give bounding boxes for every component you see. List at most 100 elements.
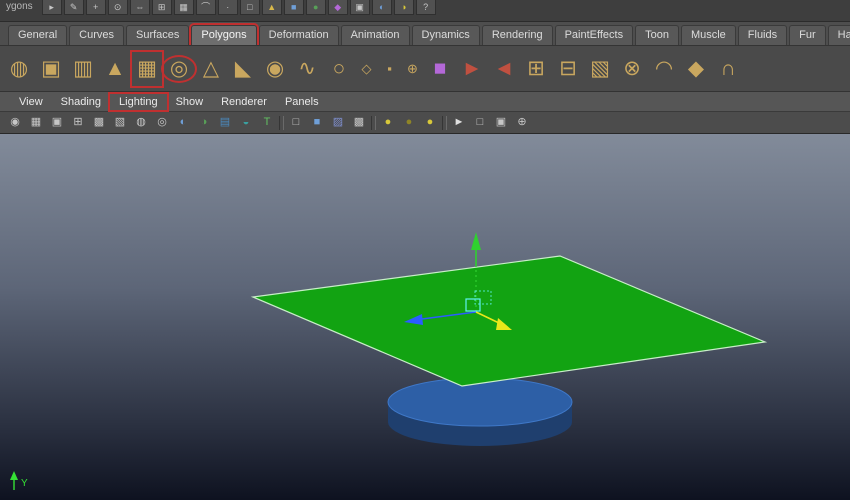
panel-menu-lighting[interactable]: Lighting — [110, 94, 167, 110]
select-camera-icon[interactable]: ◉ — [6, 115, 24, 131]
select-faces-icon[interactable]: ► — [457, 52, 487, 86]
panel-menu-view[interactable]: View — [10, 94, 52, 110]
poly-torus-icon[interactable]: ◎ — [161, 52, 197, 86]
wireframe-mode-icon[interactable]: □ — [287, 115, 305, 131]
shelf-tab-rendering[interactable]: Rendering — [481, 25, 553, 45]
construction-history-icon[interactable]: ▲ — [261, 0, 282, 15]
perspective-viewport[interactable]: Y — [0, 134, 850, 500]
snap-plane-icon[interactable]: □ — [239, 0, 260, 15]
booleans-icon[interactable]: ⊗ — [617, 52, 647, 86]
panel-menu-shading[interactable]: Shading — [52, 94, 110, 110]
panel-menu-panels[interactable]: Panels — [276, 94, 328, 110]
mirror-geometry-icon[interactable]: ⊕ — [402, 55, 423, 83]
shelf-tab-curves[interactable]: Curves — [69, 25, 124, 45]
polygons-shelf: ◍ ▣ ▥ ▲ ▦ ◎ △ ◣ ◉ ∿ ○ ◇ ▪ ⊕ ■ ► ◄ ⊞ ⊟ ▧ ⊗ ◠ ◆ ∩ — [0, 46, 850, 92]
panel-menu-renderer[interactable]: Renderer — [212, 94, 276, 110]
shelf-tab-dynamics[interactable]: Dynamics — [411, 25, 480, 45]
shelf-tab-deformation[interactable]: Deformation — [258, 25, 339, 45]
bridge-icon[interactable]: ∩ — [713, 52, 743, 86]
select-cursor-icon[interactable]: ► — [450, 115, 468, 131]
shelf-tab-bar: General Curves Surfaces Polygons Deformation… — [0, 22, 850, 46]
status-toolbar-icons: ▸ ✎ + ⊙ ⇔ ⊞ ▦ ⌒ ∙ □ ▲ ■ ● ◆ ▣ ◐ ◑? — [41, 0, 436, 15]
move-tool-icon[interactable]: ⊙ — [107, 0, 128, 15]
shelf-tab-surfaces[interactable]: Surfaces — [125, 25, 190, 45]
combine-icon[interactable]: ⊞ — [521, 52, 551, 86]
shelf-tab-toon[interactable]: Toon — [635, 25, 679, 45]
hypershade-icon[interactable]: ◑ — [393, 0, 414, 15]
panel-menu-show[interactable]: Show — [167, 94, 213, 110]
film-gate-icon[interactable]: ▣ — [48, 115, 66, 131]
select-tool-icon[interactable]: ▸ — [41, 0, 62, 15]
lighting-all-icon[interactable]: ● — [379, 115, 397, 131]
y-axis-arrowhead[interactable] — [471, 232, 481, 250]
smooth-icon[interactable]: ◠ — [649, 52, 679, 86]
scale-tool-icon[interactable]: ⊞ — [151, 0, 172, 15]
isolate-add-icon[interactable]: ▣ — [492, 115, 510, 131]
shelf-tab-painteffects[interactable]: PaintEffects — [554, 25, 634, 45]
hud-icon[interactable]: T — [258, 115, 276, 131]
lasso-tool-icon[interactable]: ✎ — [63, 0, 84, 15]
paint-select-icon[interactable]: + — [85, 0, 106, 15]
poly-plane-object[interactable] — [250, 255, 768, 387]
shelf-tab-general[interactable]: General — [8, 25, 68, 45]
texture-cube-icon[interactable]: ■ — [425, 52, 455, 86]
cylinder-top[interactable] — [387, 377, 573, 427]
shelf-tab-hair[interactable]: Hair — [827, 25, 850, 45]
textured-mode-icon[interactable]: ▨ — [329, 115, 347, 131]
poly-cylinder-icon[interactable]: ▥ — [68, 52, 98, 86]
poly-pipe-icon[interactable]: ◉ — [260, 52, 290, 86]
snap-grid-icon[interactable]: ▦ — [173, 0, 194, 15]
poly-cube-icon[interactable]: ▣ — [36, 52, 66, 86]
resolution-gate-icon[interactable]: ⊞ — [69, 115, 87, 131]
render-current-icon[interactable]: ● — [305, 0, 326, 15]
poly-prism-icon[interactable]: △ — [196, 52, 226, 86]
safe-action-icon[interactable]: ◍ — [132, 115, 150, 131]
gate-mask-icon[interactable]: ▩ — [90, 115, 108, 131]
field-chart-icon[interactable]: ▧ — [111, 115, 129, 131]
grid-toggle-icon[interactable]: ▦ — [27, 115, 45, 131]
checker-mode-icon[interactable]: ▩ — [350, 115, 368, 131]
shelf-tab-animation[interactable]: Animation — [340, 25, 410, 45]
share-view-icon[interactable]: ⊕ — [513, 115, 531, 131]
append-polygon-icon[interactable]: ◄ — [489, 52, 519, 86]
shaded-mode-icon[interactable]: ■ — [308, 115, 326, 131]
render-settings-icon[interactable]: ▣ — [349, 0, 370, 15]
poly-platonic-icon[interactable]: ◇ — [356, 55, 377, 83]
shelf-tab-fluids[interactable]: Fluids — [737, 25, 788, 45]
bookmarks-icon[interactable]: ◑ — [195, 115, 213, 131]
shelf-tab-fur[interactable]: Fur — [789, 25, 826, 45]
lighting-default-icon[interactable]: ● — [400, 115, 418, 131]
toolbar-separator — [371, 115, 376, 130]
snap-point-icon[interactable]: ∙ — [217, 0, 238, 15]
shelf-tab-polygons[interactable]: Polygons — [191, 25, 257, 45]
separate-icon[interactable]: ⊟ — [553, 52, 583, 86]
image-plane-icon[interactable]: ▤ — [216, 115, 234, 131]
poly-cone-icon[interactable]: ▲ — [100, 52, 130, 86]
shelf-tab-muscle[interactable]: Muscle — [680, 25, 736, 45]
axis-y-arrowhead — [10, 471, 18, 480]
camera-attributes-icon[interactable]: ◐ — [174, 115, 192, 131]
panel-menu-bar: View Shading Lighting Show Renderer Panels — [0, 92, 850, 112]
snap-curve-icon[interactable]: ⌒ — [195, 0, 216, 15]
extract-icon[interactable]: ▧ — [585, 52, 615, 86]
paint-effects-icon[interactable]: ◐ — [371, 0, 392, 15]
poly-pyramid-icon[interactable]: ◣ — [228, 52, 258, 86]
help-icon[interactable]: ? — [415, 0, 436, 15]
view-axis-indicator: Y — [10, 471, 28, 490]
poly-helix-icon[interactable]: ∿ — [292, 52, 322, 86]
lighting-selected-icon[interactable]: ● — [421, 115, 439, 131]
cylinder-object[interactable] — [387, 377, 573, 446]
bevel-icon[interactable]: ◆ — [681, 52, 711, 86]
poly-sphere-icon[interactable]: ◍ — [4, 52, 34, 86]
pan-zoom-icon[interactable]: ◒ — [237, 115, 255, 131]
sculpt-geometry-icon[interactable]: ▪ — [379, 55, 400, 83]
rotate-tool-icon[interactable]: ⇔ — [129, 0, 150, 15]
ipr-render-icon[interactable]: ◆ — [327, 0, 348, 15]
poly-plane-icon[interactable]: ▦ — [132, 52, 162, 86]
safe-title-icon[interactable]: ◎ — [153, 115, 171, 131]
status-toolbar: ygons ▸ ✎ + ⊙ ⇔ ⊞ ▦ ⌒ ∙ □ ▲ ■ ● ◆ ▣ ◐ ◑? — [0, 0, 850, 22]
poly-soccer-ball-icon[interactable]: ○ — [324, 52, 354, 86]
isolate-view-icon[interactable]: □ — [471, 115, 489, 131]
menu-set-selector[interactable]: ygons — [4, 0, 39, 14]
render-view-icon[interactable]: ■ — [283, 0, 304, 15]
